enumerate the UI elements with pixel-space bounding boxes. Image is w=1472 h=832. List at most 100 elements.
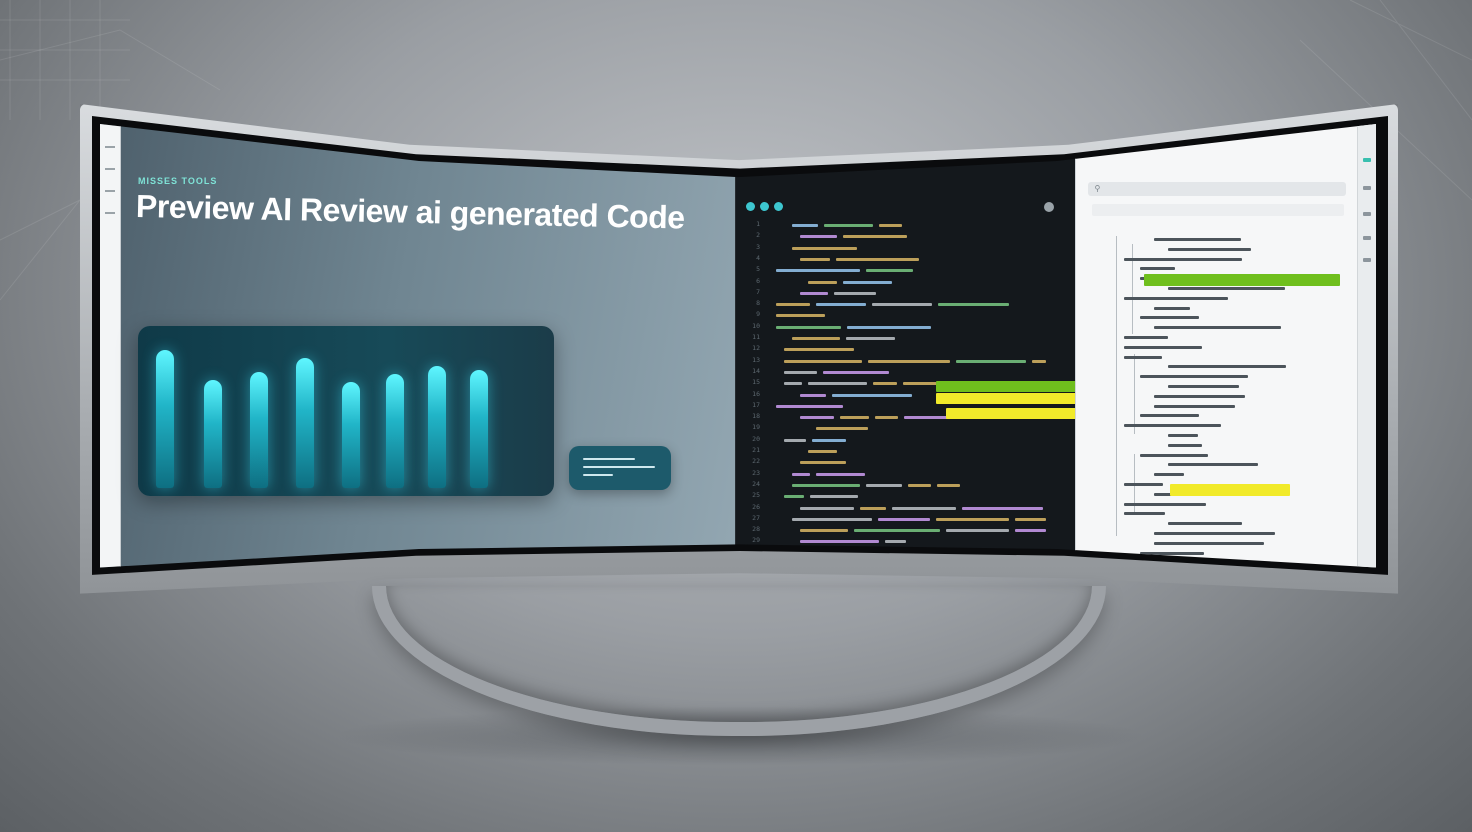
code-highlight[interactable] bbox=[936, 381, 1076, 392]
code-line[interactable]: 12 bbox=[736, 344, 1075, 354]
line-number: 27 bbox=[752, 513, 760, 522]
code-token bbox=[824, 224, 873, 227]
code-line[interactable]: 5 bbox=[736, 265, 1075, 275]
code-token bbox=[1032, 359, 1046, 363]
code-line[interactable]: 11 bbox=[736, 333, 1075, 343]
code-line[interactable]: 27 bbox=[736, 514, 1075, 524]
code-editor-pane[interactable]: 1 2 3 4 5 6 7 8 9 10 11 12 13 14 15 16 17 18 19 20 21 22 23 24 2… bbox=[735, 124, 1076, 568]
code-highlight[interactable] bbox=[936, 393, 1076, 404]
legend-card[interactable] bbox=[569, 446, 671, 490]
filter-field[interactable] bbox=[1092, 204, 1345, 216]
line-number: 16 bbox=[752, 389, 760, 398]
review-line bbox=[1154, 238, 1242, 241]
legend-line bbox=[583, 458, 635, 460]
chart-bar bbox=[342, 382, 360, 488]
code-line[interactable]: 24 bbox=[736, 480, 1075, 490]
page-title: Preview AI Review ai generated Code bbox=[135, 188, 685, 236]
line-number: 23 bbox=[752, 468, 760, 477]
review-line bbox=[1124, 424, 1222, 428]
code-token bbox=[816, 303, 866, 307]
line-number: 12 bbox=[752, 344, 760, 353]
review-line bbox=[1124, 296, 1229, 300]
line-number: 8 bbox=[756, 299, 760, 308]
rail-icon[interactable] bbox=[1363, 258, 1371, 262]
window-dot-icon[interactable] bbox=[746, 202, 755, 211]
code-body[interactable]: 1 2 3 4 5 6 7 8 9 10 11 12 13 14 15 16 17 18 19 20 21 22 23 24 2… bbox=[736, 220, 1076, 560]
preview-pane: MISSES TOOLS Preview AI Review ai genera… bbox=[100, 124, 735, 568]
code-token bbox=[800, 540, 879, 544]
code-token bbox=[847, 325, 931, 329]
code-line[interactable]: 9 bbox=[736, 310, 1075, 320]
code-token bbox=[843, 235, 907, 239]
rail-icon[interactable] bbox=[105, 212, 115, 214]
code-line[interactable]: 4 bbox=[736, 254, 1075, 264]
code-line[interactable]: 28 bbox=[736, 525, 1075, 535]
window-dot-icon[interactable] bbox=[774, 202, 783, 211]
code-line[interactable]: 14 bbox=[736, 367, 1075, 377]
code-line[interactable]: 20 bbox=[736, 435, 1075, 445]
code-token bbox=[800, 257, 830, 261]
code-token bbox=[938, 303, 1009, 307]
rail-icon[interactable] bbox=[1363, 236, 1371, 240]
chart-bar bbox=[156, 350, 174, 488]
code-line[interactable]: 2 bbox=[736, 231, 1075, 241]
code-token bbox=[776, 303, 810, 307]
review-line bbox=[1140, 375, 1249, 379]
line-number: 14 bbox=[752, 366, 760, 375]
code-line[interactable]: 21 bbox=[736, 446, 1075, 456]
search-input[interactable] bbox=[1088, 182, 1347, 196]
code-token bbox=[776, 325, 841, 329]
code-line[interactable]: 22 bbox=[736, 457, 1075, 467]
code-highlight[interactable] bbox=[946, 408, 1076, 419]
code-line[interactable]: 29 bbox=[736, 536, 1075, 546]
code-line[interactable]: 25 bbox=[736, 491, 1075, 501]
rail-icon[interactable] bbox=[105, 168, 115, 170]
left-rail bbox=[100, 124, 121, 568]
code-token bbox=[840, 416, 869, 420]
review-pane: ⚲ bbox=[1075, 124, 1376, 568]
review-line bbox=[1168, 522, 1243, 526]
code-token bbox=[816, 427, 868, 431]
code-line[interactable]: 19 bbox=[736, 423, 1075, 433]
tree-guide bbox=[1116, 236, 1118, 536]
check-icon[interactable] bbox=[1044, 202, 1054, 212]
rail-icon[interactable] bbox=[1363, 212, 1371, 216]
rail-icon[interactable] bbox=[105, 190, 115, 192]
bar-chart-card bbox=[138, 326, 554, 496]
review-highlight[interactable] bbox=[1170, 484, 1291, 496]
window-dot-icon[interactable] bbox=[760, 202, 769, 211]
code-token bbox=[834, 291, 876, 295]
review-highlight[interactable] bbox=[1144, 274, 1341, 286]
menu-icon[interactable] bbox=[1363, 158, 1371, 162]
code-line[interactable]: 6 bbox=[736, 277, 1075, 287]
code-token bbox=[800, 416, 834, 420]
settings-icon[interactable] bbox=[1363, 186, 1371, 190]
code-token bbox=[784, 495, 804, 499]
code-line[interactable]: 13 bbox=[736, 356, 1075, 366]
code-token bbox=[792, 337, 840, 340]
code-token bbox=[800, 506, 854, 510]
review-line bbox=[1168, 365, 1287, 369]
line-number: 22 bbox=[752, 457, 760, 466]
code-line[interactable]: 1 bbox=[736, 220, 1075, 230]
code-token bbox=[892, 506, 956, 510]
code-token bbox=[866, 269, 913, 273]
line-number: 15 bbox=[752, 378, 760, 387]
review-line bbox=[1154, 404, 1236, 408]
eyebrow-label: MISSES TOOLS bbox=[138, 176, 218, 186]
rail-icon[interactable] bbox=[105, 146, 115, 148]
code-token bbox=[908, 483, 931, 487]
chart-bar bbox=[204, 380, 222, 488]
code-line[interactable]: 3 bbox=[736, 243, 1075, 253]
code-token bbox=[776, 314, 825, 318]
tree-guide bbox=[1134, 354, 1136, 434]
code-token bbox=[832, 393, 912, 397]
code-line[interactable]: 10 bbox=[736, 322, 1075, 332]
code-line[interactable]: 26 bbox=[736, 503, 1075, 513]
code-token bbox=[808, 280, 837, 284]
code-line[interactable]: 8 bbox=[736, 299, 1075, 309]
line-number: 10 bbox=[752, 321, 760, 330]
code-line[interactable]: 23 bbox=[736, 469, 1075, 479]
chart-bar bbox=[296, 358, 314, 488]
code-line[interactable]: 7 bbox=[736, 288, 1075, 298]
